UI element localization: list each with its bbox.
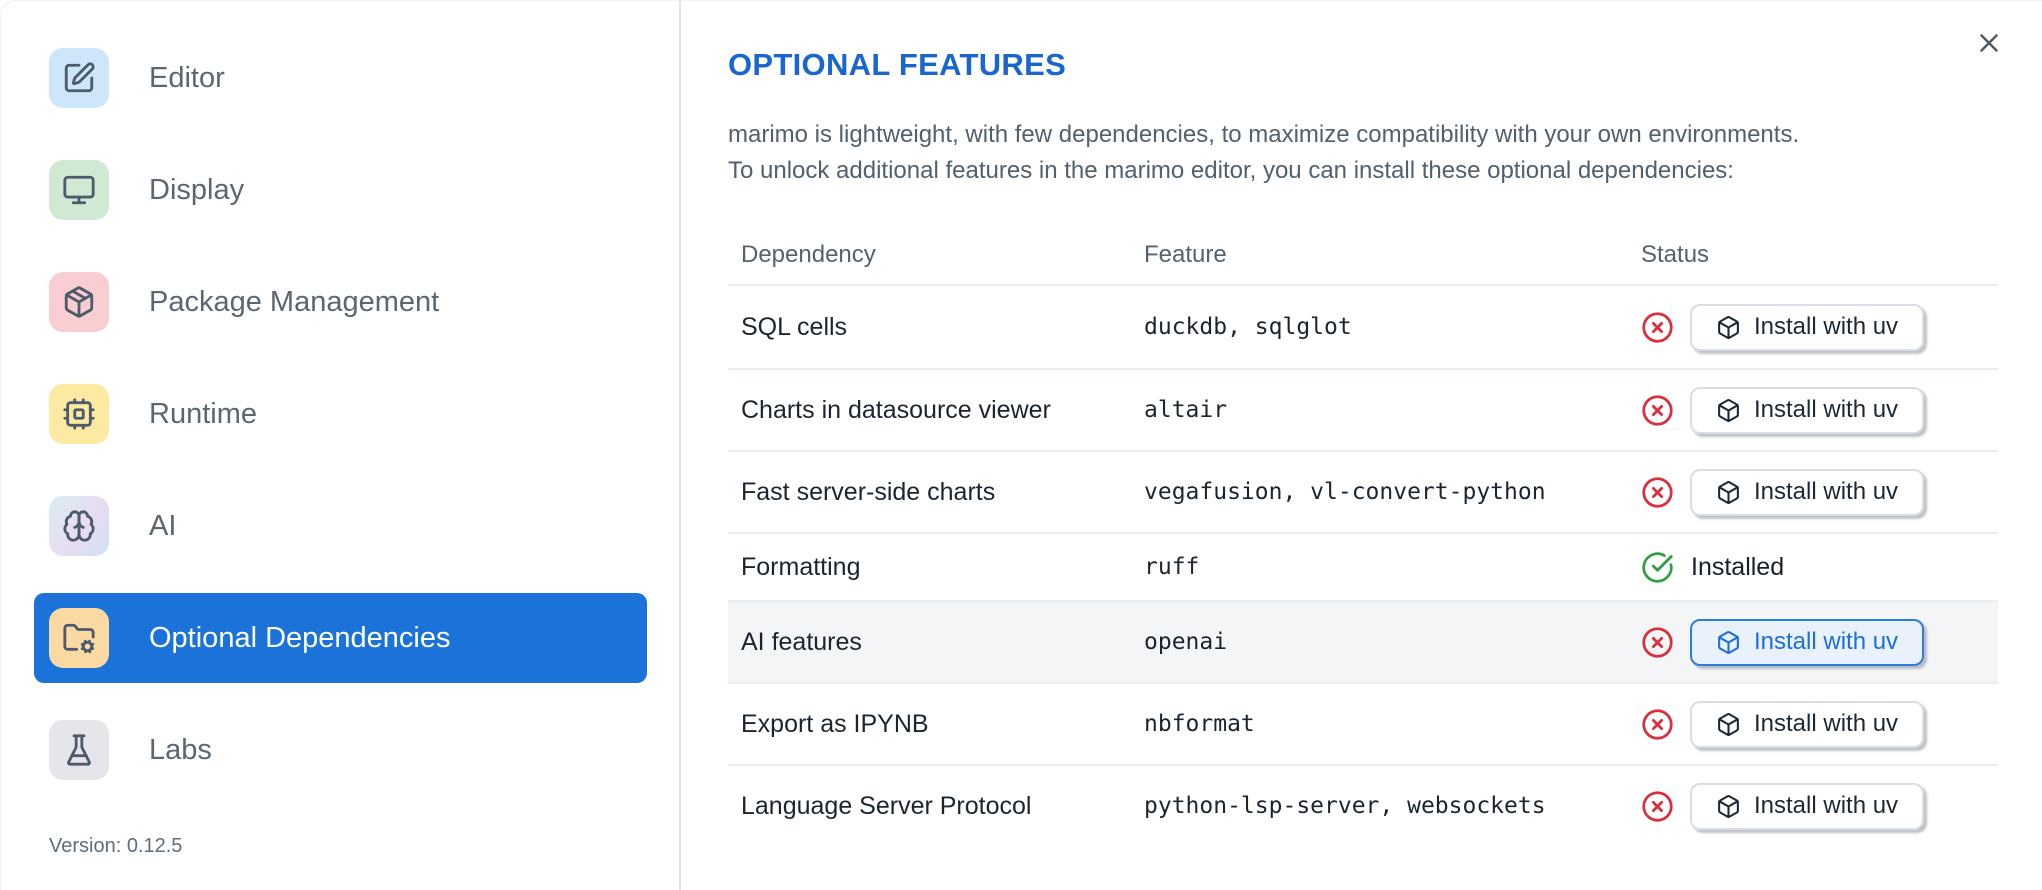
circle-check-icon: [1642, 551, 1673, 583]
settings-sidebar: Editor Display Package Management Runtime AI…: [1, 1, 681, 890]
flask-icon: [67, 734, 91, 766]
description-line: marimo is lightweight, with few dependen…: [728, 121, 1800, 148]
feature-cell: duckdb, sqlglot: [1144, 314, 1352, 340]
sidebar-item-labs[interactable]: Labs: [49, 720, 647, 780]
package-icon-box: [49, 272, 109, 332]
status-cell: Installed: [1641, 551, 1998, 584]
install-button-label: Install with uv: [1754, 478, 1899, 505]
circle-x-icon: [1642, 394, 1673, 426]
install-with-uv-button[interactable]: Install with uv: [1690, 386, 1925, 434]
close-button[interactable]: [1972, 27, 2006, 61]
description-line: To unlock additional features in the mar…: [728, 157, 1734, 184]
dependency-cell: AI features: [741, 627, 862, 656]
sidebar-item-ai[interactable]: AI: [49, 496, 647, 556]
table-row-charts-in-datasource-viewer: Charts in datasource viewer altair Install…: [728, 368, 1998, 450]
table-row-formatting: Formatting ruff Installed: [728, 532, 1998, 600]
close-icon: [1980, 33, 1998, 52]
column-header-dependency: Dependency: [741, 241, 876, 268]
page-title: OPTIONAL FEATURES: [728, 47, 1067, 82]
dependency-cell: SQL cells: [741, 312, 848, 341]
feature-cell: nbformat: [1144, 711, 1255, 737]
flask-icon-box: [49, 720, 109, 780]
box-icon: [1718, 794, 1739, 818]
version-label: Version: 0.12.5: [49, 835, 183, 857]
feature-cell: python-lsp-server, websockets: [1144, 793, 1546, 819]
table-row-ai-features: AI features openai Install with uv: [728, 600, 1998, 682]
folder-cog-icon-box: [49, 608, 109, 668]
package-icon: [64, 286, 94, 318]
monitor-icon: [63, 175, 95, 205]
feature-cell: altair: [1144, 397, 1228, 423]
sidebar-nav: Editor Display Package Management Runtime AI…: [1, 48, 679, 780]
square-pen-icon-box: [49, 48, 109, 108]
sidebar-item-label: Optional Dependencies: [149, 621, 451, 654]
settings-dialog: Editor Display Package Management Runtime AI…: [0, 0, 2042, 890]
circle-x-icon: [1642, 790, 1673, 822]
installed-status-label: Installed: [1691, 552, 1785, 581]
dependency-cell: Language Server Protocol: [741, 791, 1032, 820]
status-cell: Install with uv: [1641, 700, 1998, 748]
status-cell: Install with uv: [1641, 782, 1998, 830]
box-icon: [1718, 315, 1739, 339]
status-cell: Install with uv: [1641, 618, 1998, 666]
circle-x-icon: [1642, 708, 1673, 740]
install-with-uv-button[interactable]: Install with uv: [1690, 618, 1925, 666]
sidebar-item-label: Labs: [149, 733, 212, 766]
cpu-icon: [63, 398, 95, 430]
install-button-label: Install with uv: [1754, 628, 1899, 655]
install-button-label: Install with uv: [1754, 710, 1899, 737]
install-button-label: Install with uv: [1754, 792, 1899, 819]
circle-x-icon: [1642, 476, 1673, 508]
box-icon: [1718, 480, 1739, 504]
square-pen-icon: [64, 62, 95, 93]
table-row-fast-server-side-charts: Fast server-side charts vegafusion, vl-co…: [728, 450, 1998, 532]
install-button-label: Install with uv: [1754, 313, 1899, 340]
install-with-uv-button[interactable]: Install with uv: [1690, 700, 1925, 748]
brain-icon-box: [49, 496, 109, 556]
table-header-row: Dependency Feature Status: [728, 226, 1998, 286]
feature-cell: vegafusion, vl-convert-python: [1144, 479, 1546, 505]
dependency-cell: Fast server-side charts: [741, 477, 996, 506]
install-with-uv-button[interactable]: Install with uv: [1690, 303, 1925, 351]
sidebar-item-optional-dependencies[interactable]: Optional Dependencies: [34, 593, 647, 683]
status-cell: Install with uv: [1641, 468, 1998, 516]
sidebar-item-runtime[interactable]: Runtime: [49, 384, 647, 444]
sidebar-item-label: AI: [149, 509, 177, 542]
sidebar-item-label: Package Management: [149, 285, 440, 318]
brain-icon: [63, 510, 95, 542]
dependency-cell: Formatting: [741, 552, 861, 581]
table-row-language-server-protocol: Language Server Protocol python-lsp-serve…: [728, 764, 1998, 846]
optional-features-panel: OPTIONAL FEATURES marimo is lightweight,…: [681, 1, 2042, 890]
circle-x-icon: [1642, 311, 1673, 343]
description: marimo is lightweight, with few dependen…: [728, 117, 2042, 189]
dependency-cell: Charts in datasource viewer: [741, 395, 1051, 424]
install-with-uv-button[interactable]: Install with uv: [1690, 782, 1925, 830]
dependencies-table: Dependency Feature Status SQL cells duckd…: [728, 226, 1998, 846]
sidebar-item-label: Runtime: [149, 397, 257, 430]
column-header-status: Status: [1641, 241, 1710, 268]
cpu-icon-box: [49, 384, 109, 444]
sidebar-item-label: Editor: [149, 61, 225, 94]
monitor-icon-box: [49, 160, 109, 220]
table-row-sql-cells: SQL cells duckdb, sqlglot Install with uv: [728, 286, 1998, 368]
folder-cog-icon: [63, 623, 95, 654]
feature-cell: ruff: [1144, 554, 1200, 580]
sidebar-item-editor[interactable]: Editor: [49, 48, 647, 108]
table-row-export-as-ipynb: Export as IPYNB nbformat Install with uv: [728, 682, 1998, 764]
feature-cell: openai: [1144, 629, 1228, 655]
sidebar-item-package-management[interactable]: Package Management: [49, 272, 647, 332]
status-cell: Install with uv: [1641, 386, 1998, 434]
dependency-cell: Export as IPYNB: [741, 709, 929, 738]
box-icon: [1718, 630, 1739, 654]
sidebar-item-display[interactable]: Display: [49, 160, 647, 220]
sidebar-item-label: Display: [149, 173, 245, 206]
circle-x-icon: [1642, 626, 1673, 658]
box-icon: [1718, 398, 1739, 422]
install-with-uv-button[interactable]: Install with uv: [1690, 468, 1925, 516]
box-icon: [1718, 712, 1739, 736]
status-cell: Install with uv: [1641, 303, 1998, 351]
column-header-feature: Feature: [1144, 241, 1227, 268]
table-body: SQL cells duckdb, sqlglot Install with uv C…: [728, 286, 1998, 846]
install-button-label: Install with uv: [1754, 396, 1899, 423]
